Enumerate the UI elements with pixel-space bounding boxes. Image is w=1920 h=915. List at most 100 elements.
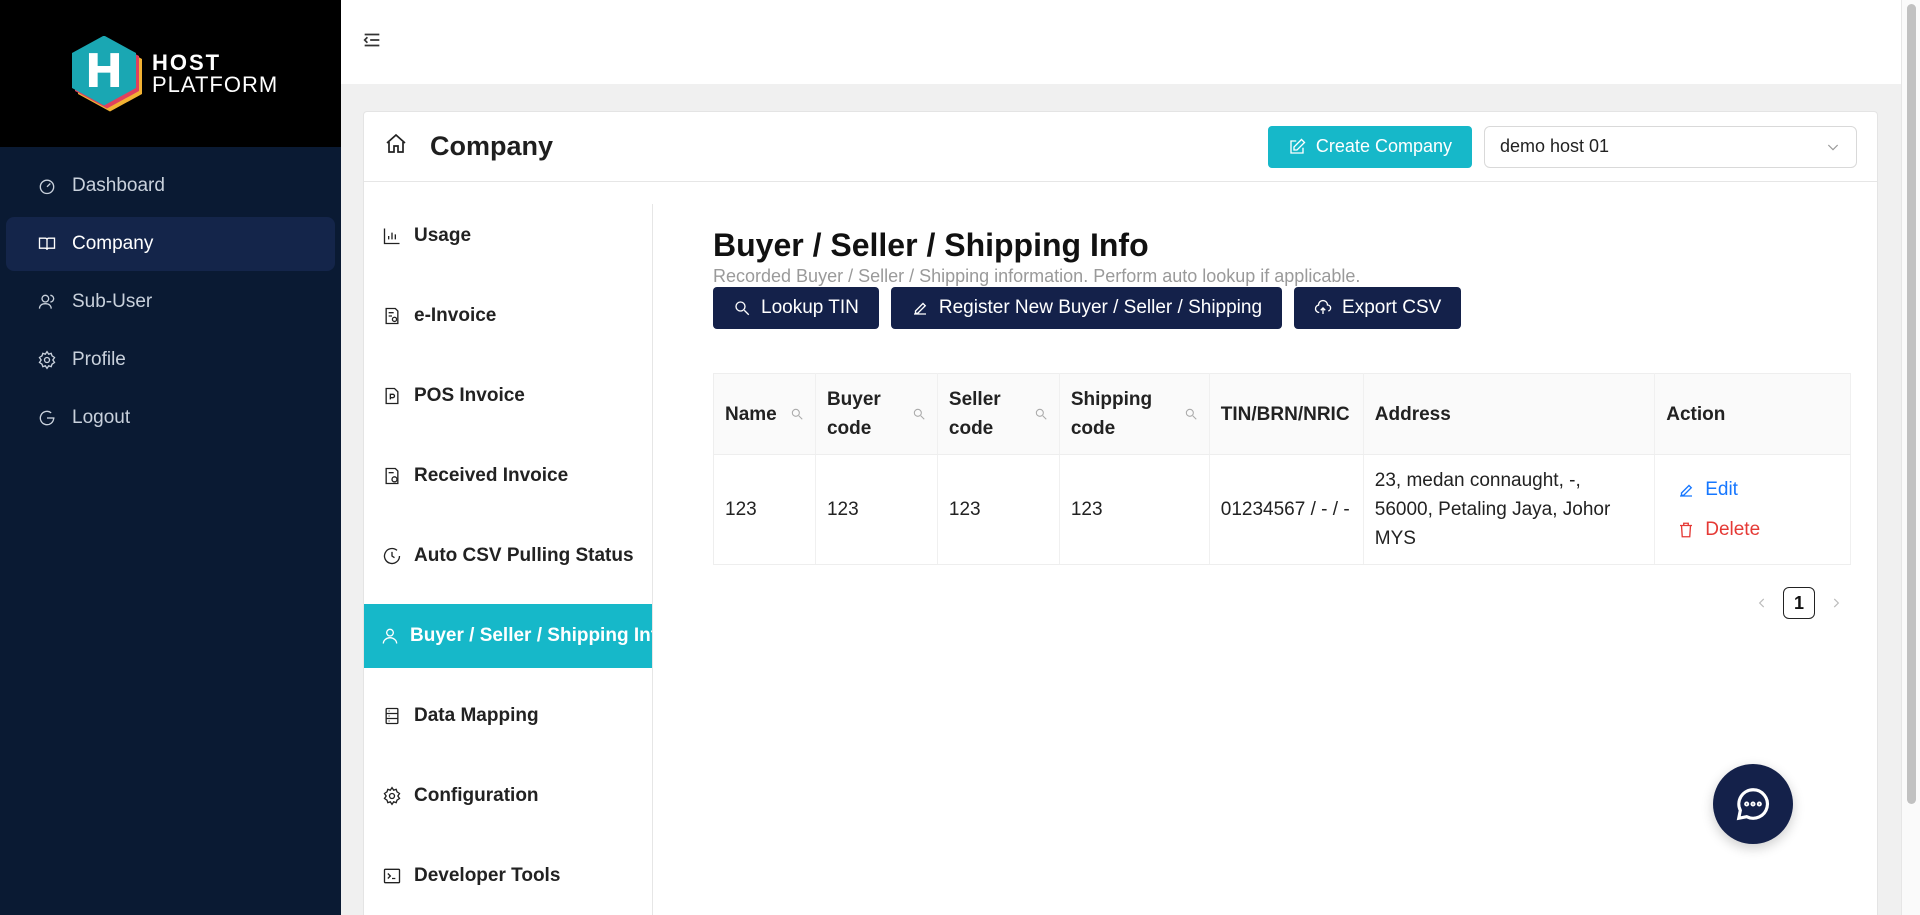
page-number-current[interactable]: 1 (1783, 587, 1815, 619)
buyer-seller-table: Name Buyer code Seller code Shipping cod… (713, 373, 1851, 565)
sidebar-item-label: Logout (72, 407, 131, 428)
export-csv-label: Export CSV (1342, 297, 1442, 318)
bar-chart-icon (380, 224, 404, 248)
chat-bubble-icon (1736, 788, 1769, 821)
subnav-item-developer-tools[interactable]: Developer Tools (364, 844, 652, 908)
pencil-icon (1680, 484, 1693, 497)
edit-square-icon (1290, 138, 1306, 154)
sidebar-item-logout[interactable]: Logout (6, 391, 335, 445)
create-company-button[interactable]: Create Company (1267, 125, 1472, 168)
sidebar-item-label: Company (72, 233, 154, 254)
cloud-upload-icon (1314, 299, 1332, 314)
table-row: 123 123 123 123 01234567 / - / - 23, med… (713, 454, 1851, 565)
chevron-down-icon (1827, 144, 1839, 151)
chevron-right-icon[interactable] (1829, 596, 1843, 610)
subnav-item-label: Buyer / Seller / Shipping Info (410, 625, 652, 646)
invoice-icon (380, 304, 404, 328)
cell-address: 23, medan connaught, -, 56000, Petaling … (1363, 454, 1656, 565)
subnav-item-label: Received Invoice (414, 465, 569, 486)
export-csv-button[interactable]: Export CSV (1294, 287, 1462, 329)
subnav-item-usage[interactable]: Usage (364, 204, 652, 268)
search-icon[interactable] (912, 407, 926, 421)
edit-label: Edit (1705, 479, 1738, 500)
menu-collapse-icon[interactable] (361, 29, 383, 56)
subnav-item-label: e-Invoice (414, 305, 497, 326)
dashboard-icon (36, 175, 58, 197)
subnav-item-data-mapping[interactable]: Data Mapping (364, 684, 652, 748)
delete-button[interactable]: Delete (1655, 510, 1839, 550)
logo-mark: H (72, 35, 142, 112)
sidebar-item-dashboard[interactable]: Dashboard (6, 159, 335, 213)
register-new-label: Register New Buyer / Seller / Shipping (938, 297, 1263, 318)
lookup-tin-button[interactable]: Lookup TIN (713, 287, 879, 329)
users-icon (36, 291, 58, 313)
page-scrollbar[interactable] (1901, 0, 1920, 915)
company-subnav: Usage e-Invoice POS Invoice Received Inv… (364, 204, 653, 915)
lookup-tin-label: Lookup TIN (761, 297, 859, 318)
gear-icon (380, 784, 404, 808)
company-select[interactable]: demo host 01 (1484, 125, 1857, 168)
database-icon (380, 704, 404, 728)
subnav-item-pos-invoice[interactable]: POS Invoice (364, 364, 652, 428)
search-icon (735, 301, 750, 316)
chevron-left-icon[interactable] (1755, 596, 1769, 610)
cell-name: 123 (713, 454, 816, 565)
trash-icon (1680, 522, 1693, 537)
company-card: Company Create Company demo host 01 Usag… (363, 111, 1878, 915)
subnav-item-label: POS Invoice (414, 385, 525, 406)
create-company-label: Create Company (1315, 136, 1452, 156)
delete-label: Delete (1705, 519, 1761, 540)
sidebar-item-profile[interactable]: Profile (6, 333, 335, 387)
subnav-item-label: Data Mapping (414, 705, 539, 726)
terminal-icon (380, 864, 404, 888)
section-title: Buyer / Seller / Shipping Info (713, 227, 1149, 263)
scrollbar-thumb[interactable] (1907, 4, 1916, 804)
sidebar-item-label: Sub-User (72, 291, 153, 312)
cell-tin: 01234567 / - / - (1209, 454, 1364, 565)
action-bar: Lookup TIN Register New Buyer / Seller /… (713, 287, 1853, 329)
subnav-item-received-invoice[interactable]: Received Invoice (364, 444, 652, 508)
side-menu: Dashboard Company Sub-User Profile Logou… (0, 147, 341, 445)
column-header-address: Address (1363, 373, 1656, 455)
cell-action: Edit Delete (1654, 454, 1851, 565)
gear-icon (36, 349, 58, 371)
received-file-icon (380, 464, 404, 488)
chat-button[interactable] (1713, 764, 1793, 844)
subnav-item-label: Usage (414, 225, 472, 246)
main-content: Buyer / Seller / Shipping Info Recorded … (713, 227, 1853, 619)
company-select-value: demo host 01 (1500, 136, 1610, 156)
home-icon[interactable] (384, 132, 408, 161)
search-icon[interactable] (1034, 407, 1048, 421)
logo[interactable]: H HOST PLATFORM (0, 0, 341, 147)
search-icon[interactable] (790, 407, 804, 421)
column-header-tin: TIN/BRN/NRIC (1209, 373, 1364, 455)
pagination: 1 (713, 587, 1853, 619)
subnav-item-e-invoice[interactable]: e-Invoice (364, 284, 652, 348)
sidebar-item-label: Profile (72, 349, 126, 370)
logo-text: HOST PLATFORM (152, 49, 279, 97)
sidebar-item-company[interactable]: Company (6, 217, 335, 271)
column-header-buyer-code[interactable]: Buyer code (815, 373, 938, 455)
cell-shipping-code: 123 (1059, 454, 1210, 565)
subnav-item-auto-csv[interactable]: Auto CSV Pulling Status (364, 524, 652, 588)
edit-button[interactable]: Edit (1655, 470, 1839, 510)
column-header-shipping-code[interactable]: Shipping code (1059, 373, 1210, 455)
cell-buyer-code: 123 (815, 454, 938, 565)
sidebar-item-sub-user[interactable]: Sub-User (6, 275, 335, 329)
section-description: Recorded Buyer / Seller / Shipping infor… (713, 266, 1361, 286)
pos-file-icon (380, 384, 404, 408)
page-title: Company (430, 131, 554, 161)
book-icon (36, 233, 58, 255)
clock-history-icon (380, 544, 404, 568)
sidebar: H HOST PLATFORM Dashboard Company Sub-Us… (0, 0, 341, 915)
column-header-seller-code[interactable]: Seller code (937, 373, 1060, 455)
card-header: Company Create Company demo host 01 (364, 112, 1877, 182)
search-icon[interactable] (1184, 407, 1198, 421)
subnav-item-buyer-seller[interactable]: Buyer / Seller / Shipping Info (364, 604, 652, 668)
register-new-button[interactable]: Register New Buyer / Seller / Shipping (890, 287, 1283, 329)
column-header-name[interactable]: Name (713, 373, 816, 455)
column-header-action: Action (1654, 373, 1851, 455)
subnav-item-label: Developer Tools (414, 865, 561, 886)
subnav-item-configuration[interactable]: Configuration (364, 764, 652, 828)
top-bar (341, 0, 1901, 84)
